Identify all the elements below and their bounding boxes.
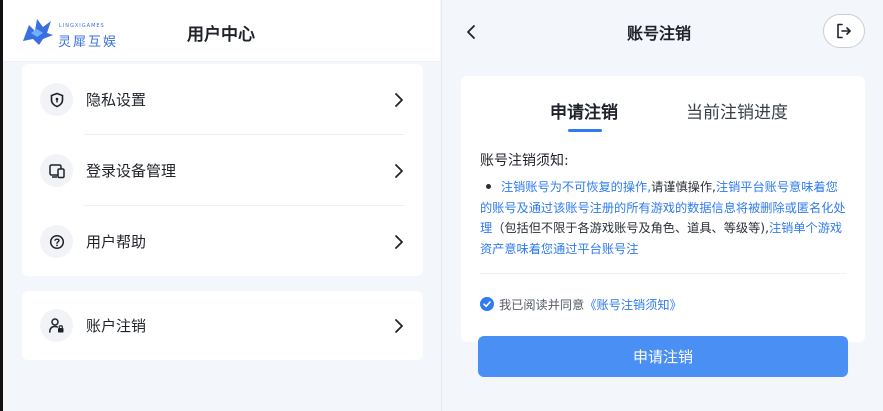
help-icon — [40, 225, 73, 258]
menu-item-help[interactable]: 用户帮助 — [22, 206, 423, 277]
cancel-content-card: 申请注销 当前注销进度 账号注销须知: 注销账号为不可恢复的操作,请谨慎操作,注… — [461, 76, 865, 342]
notice-segment: （包括但不限于各游戏账号及角色、道具、等级等), — [492, 221, 769, 235]
account-cancel-panel: 账号注销 申请注销 当前注销进度 账号注销须知: 注销账号为不可恢复的操作,请谨… — [441, 0, 883, 411]
menu-item-label: 隐私设置 — [86, 91, 147, 109]
chevron-right-icon — [391, 92, 407, 108]
user-center-title: 用户中心 — [187, 25, 255, 45]
shield-icon — [40, 83, 73, 116]
user-center-header: LINGXIGAMES 灵犀互娱 用户中心 — [3, 0, 440, 62]
notice-segment: 注销账号为不可恢复的操作, — [501, 180, 652, 194]
brand-logo: LINGXIGAMES 灵犀互娱 — [21, 15, 131, 50]
bullet-dot — [486, 184, 491, 189]
agree-row[interactable]: 我已阅读并同意 《账号注销须知》 — [480, 295, 682, 313]
menu-item-label: 用户帮助 — [86, 233, 147, 251]
user-lock-icon — [40, 309, 73, 342]
user-center-panel: LINGXIGAMES 灵犀互娱 用户中心 隐私设置 登录设备管理 用户帮助 账… — [3, 0, 440, 411]
chevron-right-icon — [391, 318, 407, 334]
cancel-tabs: 申请注销 当前注销进度 — [461, 98, 865, 134]
menu-item-account-cancel[interactable]: 账户注销 — [22, 291, 423, 360]
divider — [480, 273, 846, 274]
menu-item-label: 登录设备管理 — [86, 162, 177, 180]
checkbox-checked-icon[interactable] — [480, 297, 494, 311]
brand-logo-icon — [23, 19, 53, 45]
page-title: 账号注销 — [627, 24, 692, 43]
brand-logo-text: 灵犀互娱 — [58, 35, 119, 50]
app-root: LINGXIGAMES 灵犀互娱 用户中心 隐私设置 登录设备管理 用户帮助 账… — [0, 0, 883, 411]
notice-title: 账号注销须知: — [480, 153, 569, 169]
settings-menu-card: 隐私设置 登录设备管理 用户帮助 — [22, 64, 423, 276]
menu-item-label: 账户注销 — [86, 317, 147, 335]
menu-item-privacy[interactable]: 隐私设置 — [22, 64, 423, 135]
logout-button[interactable] — [823, 14, 865, 48]
brand-logo-subtext: LINGXIGAMES — [59, 23, 105, 29]
agree-terms-link[interactable]: 《账号注销须知》 — [584, 295, 682, 313]
chevron-right-icon — [391, 163, 407, 179]
devices-icon — [40, 154, 73, 187]
account-card: 账户注销 — [22, 291, 423, 360]
back-button[interactable] — [462, 22, 480, 42]
notice-segment: 请谨慎操作, — [651, 180, 716, 194]
account-cancel-header: 账号注销 — [442, 0, 883, 62]
menu-item-devices[interactable]: 登录设备管理 — [22, 135, 423, 206]
logout-icon — [837, 23, 851, 39]
apply-cancel-button[interactable]: 申请注销 — [478, 336, 848, 377]
active-tab-indicator — [568, 129, 602, 132]
chevron-left-icon — [467, 25, 475, 39]
tab-cancel-progress[interactable]: 当前注销进度 — [686, 98, 788, 123]
tab-apply-cancel[interactable]: 申请注销 — [550, 98, 618, 123]
chevron-right-icon — [391, 234, 407, 250]
agree-text: 我已阅读并同意 — [499, 298, 585, 312]
notice-text: 注销账号为不可恢复的操作,请谨慎操作,注销平台账号意味着您的账号及通过该账号注册… — [480, 177, 848, 259]
